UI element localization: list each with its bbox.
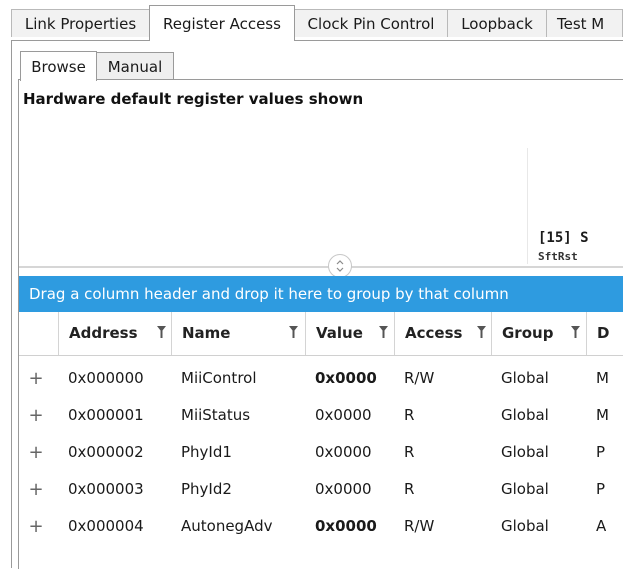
cell-description: P bbox=[596, 443, 606, 461]
main-tab-strip: Link Properties Register Access Clock Pi… bbox=[0, 0, 623, 41]
cell-access: R bbox=[404, 480, 415, 498]
cell-access: R/W bbox=[404, 517, 435, 535]
cell-access: R bbox=[404, 443, 415, 461]
cell-group: Global bbox=[501, 517, 549, 535]
cell-description: P bbox=[596, 480, 606, 498]
cell-group: Global bbox=[501, 443, 549, 461]
tab-test-modes[interactable]: Test M bbox=[546, 9, 623, 37]
cell-value: 0x0000 bbox=[315, 406, 372, 424]
column-header-description[interactable]: D bbox=[586, 312, 623, 355]
cell-access: R/W bbox=[404, 369, 435, 387]
table-row[interactable]: +0x000000 MiiControl 0x0000 R/W Global M bbox=[19, 360, 623, 397]
cell-address: 0x000001 bbox=[68, 406, 144, 424]
tab-loopback[interactable]: Loopback bbox=[447, 9, 547, 37]
expand-row-icon[interactable]: + bbox=[27, 471, 45, 508]
cell-address: 0x000003 bbox=[68, 480, 144, 498]
cell-access: R bbox=[404, 406, 415, 424]
bitfield-view: [15] S SftRst bbox=[527, 148, 623, 264]
column-header-label: Name bbox=[182, 324, 231, 342]
cell-address: 0x000002 bbox=[68, 443, 144, 461]
tab-clock-pin-control[interactable]: Clock Pin Control bbox=[294, 9, 448, 37]
cell-description: M bbox=[596, 369, 609, 387]
table-row[interactable]: +0x000004 AutonegAdv 0x0000 R/W Global A bbox=[19, 508, 623, 545]
cell-name: MiiStatus bbox=[181, 406, 251, 424]
subtab-browse[interactable]: Browse bbox=[20, 51, 97, 81]
cell-description: M bbox=[596, 406, 609, 424]
hardware-default-note: Hardware default register values shown bbox=[23, 90, 364, 108]
column-header-label: Group bbox=[502, 324, 554, 342]
cell-name: AutonegAdv bbox=[181, 517, 273, 535]
tab-register-access[interactable]: Register Access bbox=[149, 5, 295, 41]
cell-group: Global bbox=[501, 369, 549, 387]
table-row[interactable]: +0x000001 MiiStatus 0x0000 R Global M bbox=[19, 397, 623, 434]
column-header-label: Access bbox=[405, 324, 463, 342]
cell-value: 0x0000 bbox=[315, 480, 372, 498]
cell-value: 0x0000 bbox=[315, 443, 372, 461]
group-by-drop-area[interactable]: Drag a column header and drop it here to… bbox=[19, 276, 623, 312]
column-header-address[interactable]: Address bbox=[58, 312, 171, 355]
filter-icon[interactable] bbox=[379, 326, 388, 338]
column-header-label: Address bbox=[69, 324, 138, 342]
column-header-access[interactable]: Access bbox=[394, 312, 491, 355]
cell-address: 0x000004 bbox=[68, 517, 144, 535]
cell-group: Global bbox=[501, 406, 549, 424]
cell-name: PhyId1 bbox=[181, 443, 232, 461]
expand-row-icon[interactable]: + bbox=[27, 434, 45, 471]
cell-name: MiiControl bbox=[181, 369, 257, 387]
panel-splitter[interactable] bbox=[19, 266, 623, 268]
cell-value: 0x0000 bbox=[315, 369, 377, 387]
filter-icon[interactable] bbox=[289, 326, 298, 338]
column-header-value[interactable]: Value bbox=[305, 312, 394, 355]
cell-value: 0x0000 bbox=[315, 517, 377, 535]
tab-link-properties[interactable]: Link Properties bbox=[11, 9, 150, 37]
filter-icon[interactable] bbox=[157, 326, 166, 338]
cell-group: Global bbox=[501, 480, 549, 498]
splitter-toggle-button[interactable] bbox=[328, 254, 352, 278]
column-header-name[interactable]: Name bbox=[171, 312, 305, 355]
column-header-expander bbox=[19, 312, 58, 355]
filter-icon[interactable] bbox=[571, 326, 580, 338]
expand-row-icon[interactable]: + bbox=[27, 360, 45, 397]
bitfield-label: [15] S bbox=[538, 230, 589, 246]
table-row[interactable]: +0x000002 PhyId1 0x0000 R Global P bbox=[19, 434, 623, 471]
column-header-label: D bbox=[597, 324, 610, 342]
register-access-panel: Browse Manual Hardware default register … bbox=[11, 40, 623, 569]
register-detail-area: Hardware default register values shown [… bbox=[19, 80, 623, 264]
expand-collapse-icon bbox=[336, 260, 344, 272]
expand-row-icon[interactable]: + bbox=[27, 397, 45, 434]
cell-name: PhyId2 bbox=[181, 480, 232, 498]
grid-header-row: Address Name Value Access Group D bbox=[19, 312, 623, 356]
browse-panel: Hardware default register values shown [… bbox=[18, 79, 623, 569]
cell-description: A bbox=[596, 517, 607, 535]
column-header-group[interactable]: Group bbox=[491, 312, 586, 355]
column-header-label: Value bbox=[316, 324, 363, 342]
bitfield-sublabel: SftRst bbox=[538, 250, 578, 263]
table-row[interactable]: +0x000003 PhyId2 0x0000 R Global P bbox=[19, 471, 623, 508]
expand-row-icon[interactable]: + bbox=[27, 508, 45, 545]
filter-icon[interactable] bbox=[477, 326, 486, 338]
subtab-manual[interactable]: Manual bbox=[96, 52, 174, 80]
cell-address: 0x000000 bbox=[68, 369, 144, 387]
